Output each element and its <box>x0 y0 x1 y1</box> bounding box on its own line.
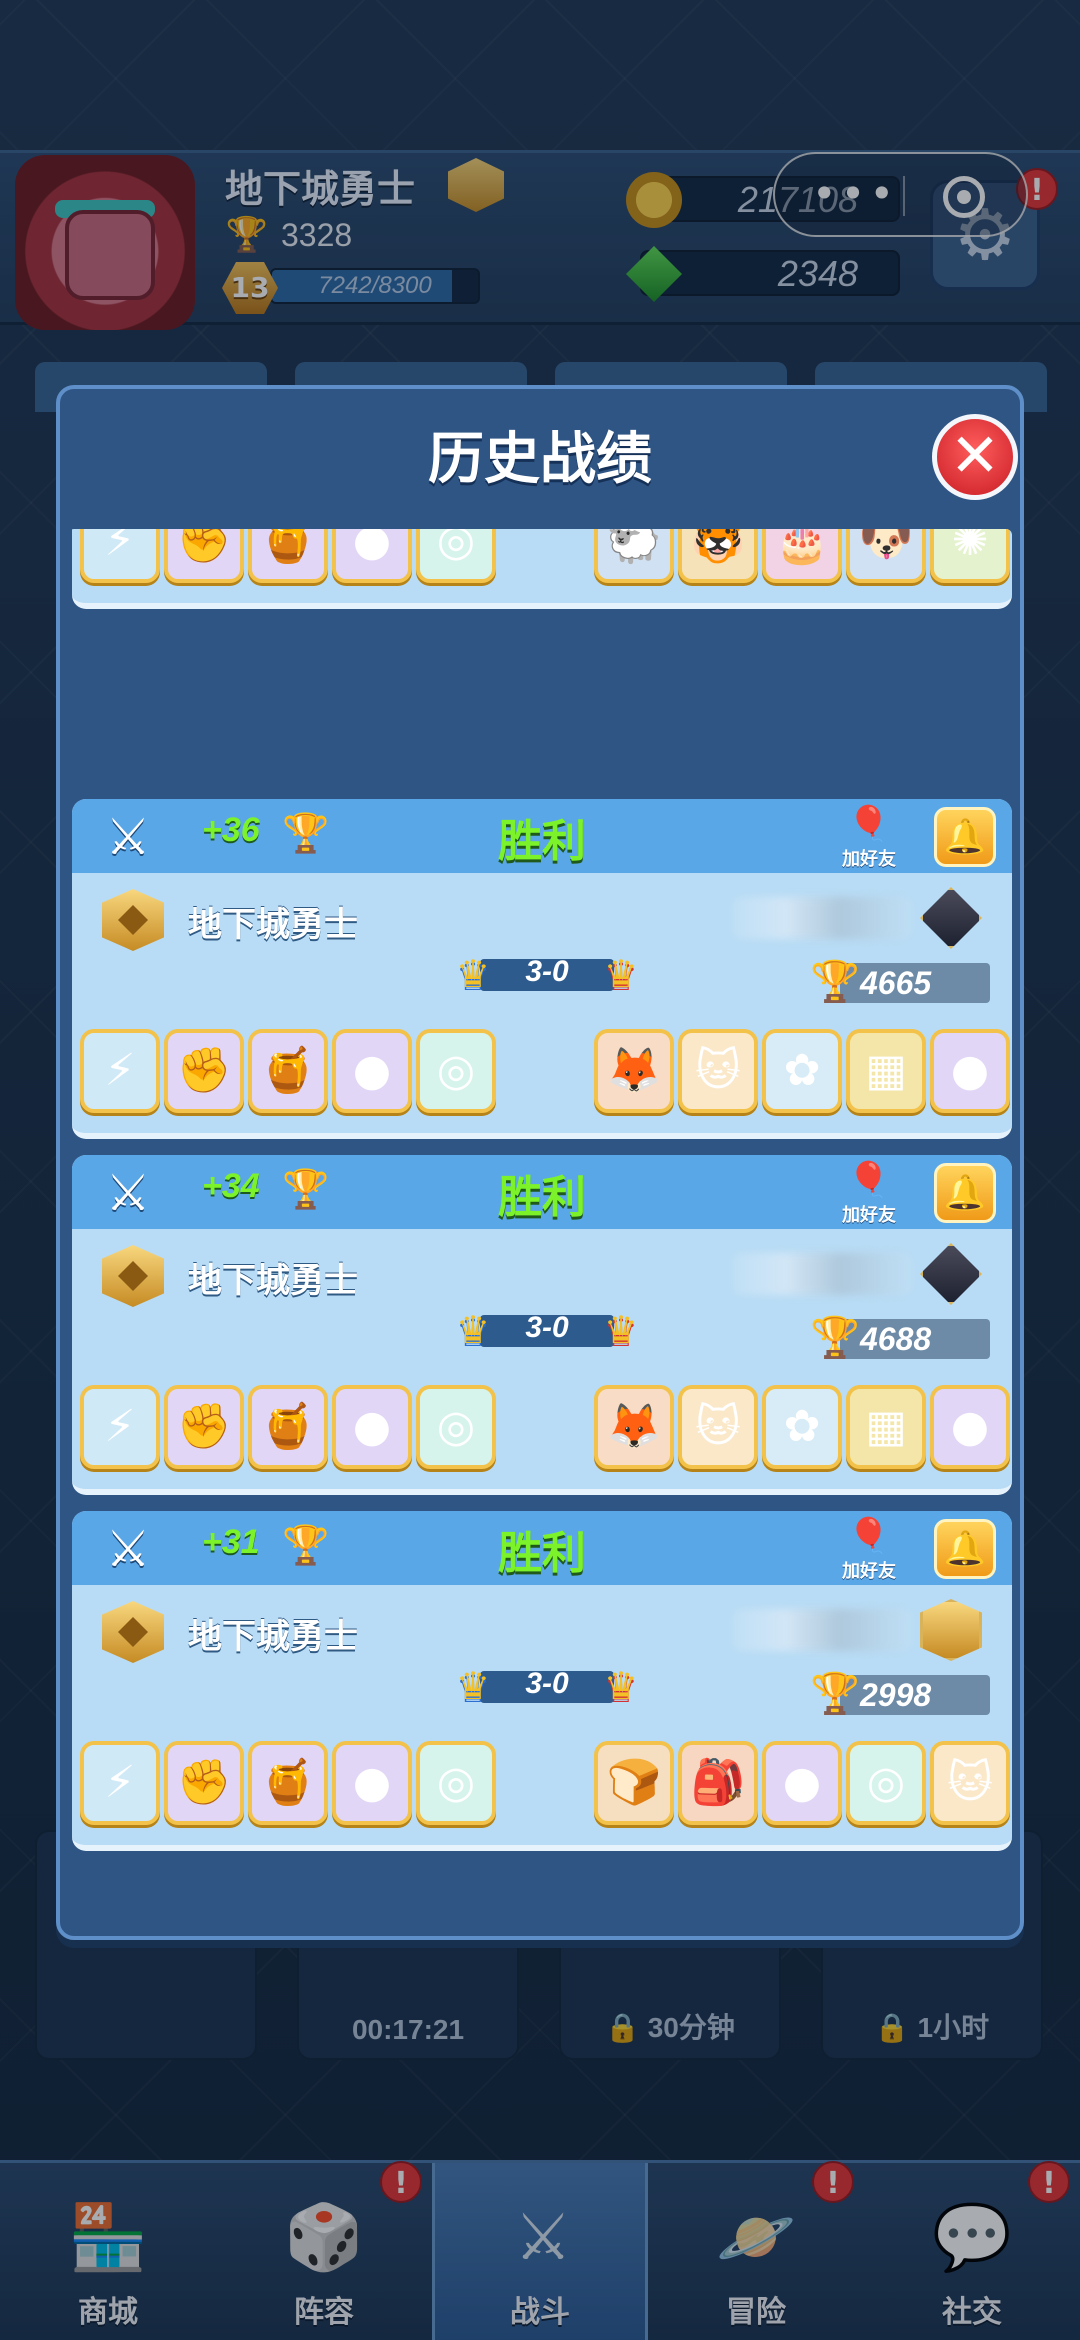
trophy-icon: 🏆 <box>810 959 860 1005</box>
match-score: ♛ 3-0 ♛ <box>450 951 644 997</box>
die-icon[interactable]: ✊ <box>164 1385 244 1469</box>
replay-button[interactable]: 🔔 <box>934 1519 996 1579</box>
die-icon[interactable]: 🎒 <box>678 1741 758 1825</box>
die-icon[interactable]: ● <box>332 529 412 583</box>
die-icon[interactable]: ◎ <box>846 1741 926 1825</box>
die-icon[interactable]: ● <box>332 1385 412 1469</box>
die-icon[interactable]: 🐯 <box>678 529 758 583</box>
die-icon[interactable]: ✊ <box>164 1029 244 1113</box>
red-crown-icon: ♛ <box>603 1664 639 1708</box>
balloons-icon: 🎈 <box>847 1160 891 1200</box>
bell-icon: 🔔 <box>943 1173 987 1213</box>
die-icon[interactable]: 🐱 <box>930 1741 1010 1825</box>
die-icon[interactable]: ● <box>930 1029 1010 1113</box>
die-icon[interactable]: ● <box>762 1741 842 1825</box>
die-icon[interactable]: 🦊 <box>594 1029 674 1113</box>
die-icon[interactable]: ▦ <box>846 1385 926 1469</box>
die-icon[interactable]: ● <box>332 1029 412 1113</box>
die-icon[interactable]: ⚡ <box>80 529 160 583</box>
bell-icon: 🔔 <box>943 817 987 857</box>
die-icon[interactable]: ✊ <box>164 529 244 583</box>
my-name: 地下城勇士 <box>188 905 358 945</box>
die-icon[interactable]: ◎ <box>416 1029 496 1113</box>
trophy-icon: 🏆 <box>810 1315 860 1361</box>
die-icon[interactable]: ✿ <box>762 1385 842 1469</box>
match-card: ⚔ +38 🏆 胜利 🎈 加好友 🔔 地下城勇士 ♛ 3-2 ♛ 🏆 4386 … <box>72 529 1012 609</box>
opponent-name-blurred <box>732 897 912 939</box>
my-dice-lineup: ⚡ ✊ 🍯 ● ◎ <box>80 1029 496 1113</box>
die-icon[interactable]: 🍯 <box>248 1741 328 1825</box>
die-icon[interactable]: 🍯 <box>248 529 328 583</box>
my-dice-lineup: ⚡ ✊ 🍯 ● ◎ <box>80 1741 496 1825</box>
die-icon[interactable]: 🍞 <box>594 1741 674 1825</box>
die-icon[interactable]: 🐑 <box>594 529 674 583</box>
opponent-trophies: 🏆 4665 <box>810 959 990 1005</box>
opponent-rank-badge-icon <box>920 887 982 949</box>
die-icon[interactable]: ✿ <box>762 1029 842 1113</box>
add-friend-button[interactable]: 🎈 加好友 <box>832 1159 906 1227</box>
opponent-trophies: 🏆 4688 <box>810 1315 990 1361</box>
die-icon[interactable]: ⚡ <box>80 1029 160 1113</box>
close-icon: ✕ <box>949 421 1001 491</box>
add-friend-button[interactable]: 🎈 加好友 <box>832 1515 906 1583</box>
match-card: ⚔ +31 🏆 胜利 🎈 加好友 🔔 地下城勇士 ♛ 3-0 ♛ 🏆 2998 … <box>72 1511 1012 1851</box>
match-card-header: ⚔ +34 🏆 胜利 🎈 加好友 🔔 <box>72 1155 1012 1229</box>
die-icon[interactable]: 🍯 <box>248 1029 328 1113</box>
opponent-trophies: 🏆 2998 <box>810 1671 990 1717</box>
match-score: ♛ 3-0 ♛ <box>450 1663 644 1709</box>
die-icon[interactable]: ▦ <box>846 1029 926 1113</box>
red-crown-icon: ♛ <box>603 1308 639 1352</box>
my-dice-lineup: ⚡ ✊ 🍯 ● ◎ <box>80 1385 496 1469</box>
opponent-name-blurred <box>732 1253 912 1295</box>
die-icon[interactable]: ◎ <box>416 1741 496 1825</box>
opponent-name-blurred <box>732 1609 912 1651</box>
add-friend-button[interactable]: 🎈 加好友 <box>832 803 906 871</box>
red-crown-icon: ♛ <box>603 952 639 996</box>
match-card: ⚔ +36 🏆 胜利 🎈 加好友 🔔 地下城勇士 ♛ 3-0 ♛ 🏆 4665 … <box>72 799 1012 1139</box>
match-history-list[interactable]: ⚔ +38 🏆 胜利 🎈 加好友 🔔 地下城勇士 ♛ 3-2 ♛ 🏆 4386 … <box>68 529 1012 1919</box>
my-name: 地下城勇士 <box>188 1617 358 1657</box>
die-icon[interactable]: ● <box>930 1385 1010 1469</box>
die-icon[interactable]: ◎ <box>416 1385 496 1469</box>
balloons-icon: 🎈 <box>847 1516 891 1556</box>
replay-button[interactable]: 🔔 <box>934 1163 996 1223</box>
my-name: 地下城勇士 <box>188 1261 358 1301</box>
match-score: ♛ 3-0 ♛ <box>450 1307 644 1353</box>
die-icon[interactable]: ⚡ <box>80 1741 160 1825</box>
opponent-dice-lineup: 🍞 🎒 ● ◎ 🐱 <box>594 1741 1010 1825</box>
die-icon[interactable]: 🍯 <box>248 1385 328 1469</box>
die-icon[interactable]: 🐱 <box>678 1029 758 1113</box>
my-rank-badge-icon <box>102 1245 164 1307</box>
die-icon[interactable]: 🎂 <box>762 529 842 583</box>
trophy-icon: 🏆 <box>810 1671 860 1717</box>
match-card-header: ⚔ +36 🏆 胜利 🎈 加好友 🔔 <box>72 799 1012 873</box>
opponent-dice-lineup: 🐑 🐯 🎂 🐶 ✺ <box>594 529 1010 583</box>
close-button[interactable]: ✕ <box>932 414 1018 500</box>
match-card-header: ⚔ +31 🏆 胜利 🎈 加好友 🔔 <box>72 1511 1012 1585</box>
match-card: ⚔ +34 🏆 胜利 🎈 加好友 🔔 地下城勇士 ♛ 3-0 ♛ 🏆 4688 … <box>72 1155 1012 1495</box>
die-icon[interactable]: ✺ <box>930 529 1010 583</box>
die-icon[interactable]: 🐶 <box>846 529 926 583</box>
replay-button[interactable]: 🔔 <box>934 807 996 867</box>
modal-title: 历史战绩 <box>428 427 652 492</box>
opponent-rank-badge-icon <box>920 1243 982 1305</box>
bell-icon: 🔔 <box>943 1529 987 1569</box>
my-dice-lineup: ⚡ ✊ 🍯 ● ◎ <box>80 529 496 583</box>
balloons-icon: 🎈 <box>847 804 891 844</box>
history-modal: 历史战绩 ✕ ⚔ +38 🏆 胜利 🎈 加好友 🔔 地下城勇士 ♛ 3-2 ♛ … <box>56 385 1024 1940</box>
die-icon[interactable]: 🐱 <box>678 1385 758 1469</box>
my-rank-badge-icon <box>102 1601 164 1663</box>
opponent-rank-badge-icon <box>920 1599 982 1661</box>
opponent-dice-lineup: 🦊 🐱 ✿ ▦ ● <box>594 1385 1010 1469</box>
my-rank-badge-icon <box>102 889 164 951</box>
die-icon[interactable]: ⚡ <box>80 1385 160 1469</box>
die-icon[interactable]: 🦊 <box>594 1385 674 1469</box>
die-icon[interactable]: ● <box>332 1741 412 1825</box>
opponent-dice-lineup: 🦊 🐱 ✿ ▦ ● <box>594 1029 1010 1113</box>
die-icon[interactable]: ✊ <box>164 1741 244 1825</box>
die-icon[interactable]: ◎ <box>416 529 496 583</box>
